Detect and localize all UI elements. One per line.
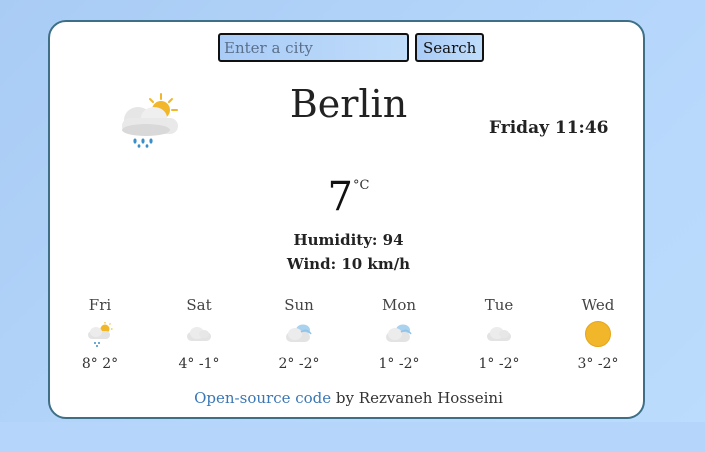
forecast-day: Sun 2° -2° — [249, 294, 349, 372]
forecast-temps: 3° -2° — [577, 356, 619, 372]
forecast-temps: 8° 2° — [81, 356, 119, 372]
current-day-time: Friday 11:46 — [489, 118, 609, 138]
footer-credit: Open-source code by Rezvaneh Hosseini — [50, 389, 647, 407]
forecast-day: Wed 3° -2° — [548, 294, 648, 372]
forecast-row: Fri 8° 2° Sat 4° -1° Sun 2° -2° Mon 1° -… — [50, 294, 647, 384]
author-credit: by Rezvaneh Hosseini — [331, 389, 503, 407]
forecast-day-name: Sun — [284, 296, 314, 314]
partly-cloudy-rain-icon — [50, 316, 150, 352]
forecast-temps: 2° -2° — [278, 356, 320, 372]
forecast-day-name: Wed — [581, 296, 615, 314]
weather-card: Search Berlin Friday 11:46 — [48, 20, 645, 419]
forecast-day-name: Tue — [484, 296, 514, 314]
cloudy-icon — [249, 316, 349, 352]
forecast-day: Sat 4° -1° — [149, 294, 249, 372]
forecast-day: Tue 1° -2° — [449, 294, 549, 372]
cloud-icon — [449, 316, 549, 352]
forecast-day: Fri 8° 2° — [50, 294, 150, 372]
forecast-day: Mon 1° -2° — [349, 294, 449, 372]
cloud-icon — [149, 316, 249, 352]
forecast-day-name: Sat — [186, 296, 212, 314]
humidity-text: Humidity: 94 — [293, 231, 404, 249]
forecast-day-name: Fri — [88, 296, 112, 314]
forecast-temps: 1° -2° — [378, 356, 420, 372]
city-search-input[interactable] — [218, 33, 409, 62]
current-temperature: 7°C — [50, 174, 647, 220]
search-button[interactable]: Search — [415, 33, 485, 62]
temperature-value: 7 — [327, 174, 353, 220]
source-code-link[interactable]: Open-source code — [194, 389, 331, 407]
page-background-band — [0, 422, 705, 452]
wind-text: Wind: 10 km/h — [286, 255, 411, 273]
forecast-temps: 4° -1° — [178, 356, 220, 372]
forecast-day-name: Mon — [381, 296, 417, 314]
sun-icon — [548, 316, 648, 352]
search-form: Search — [218, 33, 485, 62]
cloudy-icon — [349, 316, 449, 352]
temperature-unit: °C — [353, 178, 370, 193]
forecast-temps: 1° -2° — [478, 356, 520, 372]
